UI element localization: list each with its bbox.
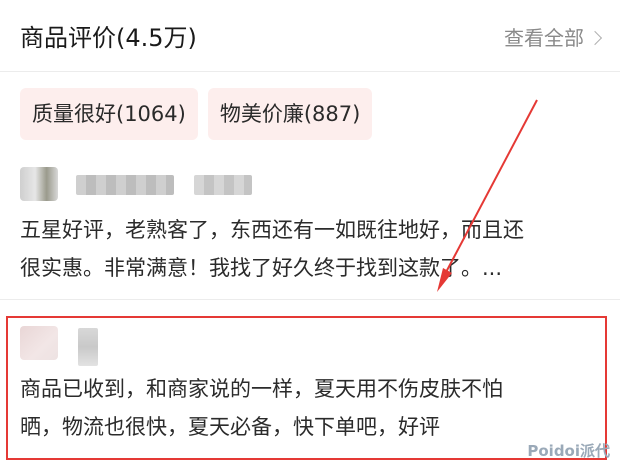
review-item[interactable]: 五星好评，老熟客了，东西还有一如既往地好，而且还 很实惠。非常满意！我找了好久终… — [0, 155, 620, 300]
avatar — [20, 167, 58, 201]
watermark: Poidoi派代 — [527, 442, 610, 460]
review-text-line: 五星好评，老熟客了，东西还有一如既往地好，而且还 — [20, 218, 524, 242]
review-text-line: 很实惠。非常满意！我找了好久终于找到这款了。... — [20, 256, 503, 280]
blurred-username — [76, 175, 174, 195]
chevron-right-icon — [587, 30, 603, 45]
blurred-username — [194, 175, 252, 195]
review-text: 五星好评，老熟客了，东西还有一如既往地好，而且还 很实惠。非常满意！我找了好久终… — [20, 211, 600, 287]
review-tag[interactable]: 质量很好(1064) — [20, 88, 198, 140]
view-all-link[interactable]: 查看全部 — [504, 22, 603, 51]
review-tags: 质量很好(1064) 物美价廉(887) — [20, 88, 373, 140]
highlight-box — [6, 316, 607, 460]
reviews-header: 商品评价(4.5万) 查看全部 — [0, 0, 620, 72]
reviews-title: 商品评价(4.5万) — [20, 24, 197, 52]
view-all-label: 查看全部 — [504, 26, 584, 50]
review-tag[interactable]: 物美价廉(887) — [207, 88, 373, 140]
